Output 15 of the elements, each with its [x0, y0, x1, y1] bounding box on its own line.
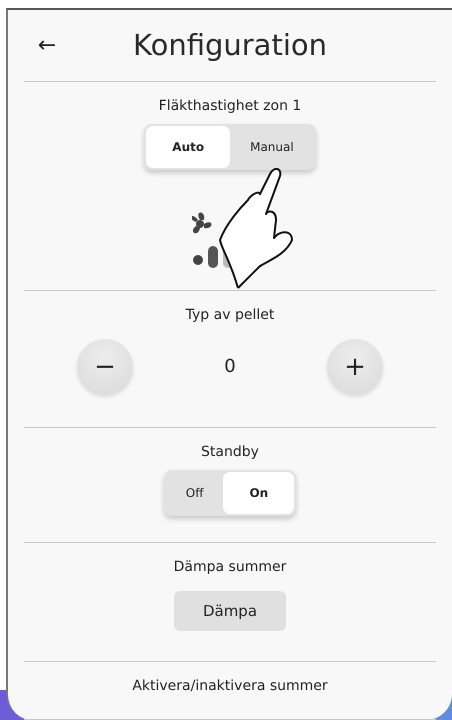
- mute-button[interactable]: Dämpa: [174, 590, 286, 631]
- stepper-value: 0: [224, 356, 236, 378]
- increment-button[interactable]: +: [326, 338, 383, 395]
- segment-option[interactable]: On: [223, 472, 294, 514]
- decrement-button[interactable]: −: [77, 338, 133, 395]
- segment-option[interactable]: Auto: [146, 126, 230, 168]
- segment-option[interactable]: Off: [166, 472, 224, 514]
- section-title: Standby: [201, 444, 259, 460]
- section-title: Aktivera/inaktivera summer: [132, 678, 328, 694]
- section-title: Fläkthastighet zon 1: [158, 98, 302, 114]
- segment-option[interactable]: Manual: [230, 126, 314, 168]
- back-button[interactable]: ←: [32, 32, 62, 58]
- section-title: Dämpa summer: [174, 558, 286, 575]
- page-title: Konfiguration: [132, 28, 328, 62]
- section-title: Typ av pellet: [186, 306, 274, 323]
